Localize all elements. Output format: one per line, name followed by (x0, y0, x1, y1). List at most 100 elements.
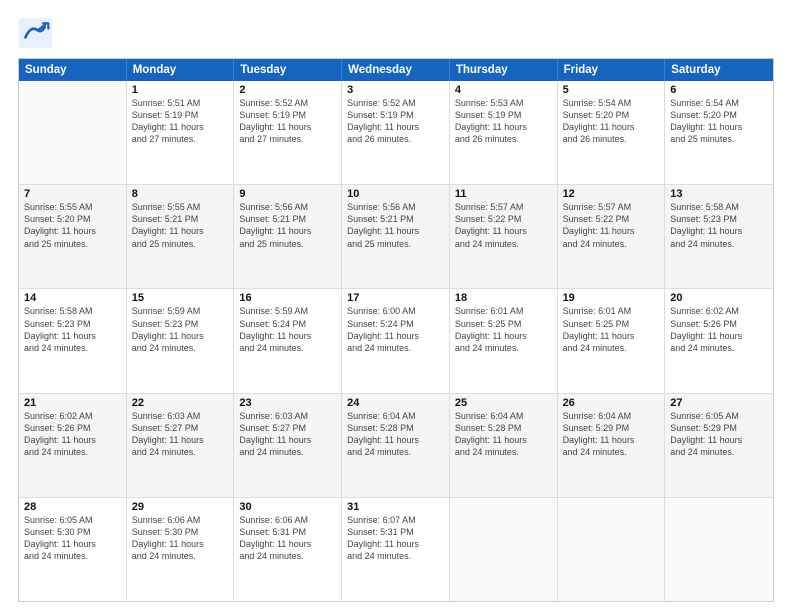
calendar-cell-r5-c1: 28Sunrise: 6:05 AM Sunset: 5:30 PM Dayli… (19, 498, 127, 601)
weekday-header-monday: Monday (127, 59, 235, 81)
calendar-cell-r3-c5: 18Sunrise: 6:01 AM Sunset: 5:25 PM Dayli… (450, 289, 558, 392)
calendar-cell-r2-c4: 10Sunrise: 5:56 AM Sunset: 5:21 PM Dayli… (342, 185, 450, 288)
calendar-cell-r3-c2: 15Sunrise: 5:59 AM Sunset: 5:23 PM Dayli… (127, 289, 235, 392)
calendar-cell-r1-c4: 3Sunrise: 5:52 AM Sunset: 5:19 PM Daylig… (342, 81, 450, 184)
day-number: 20 (670, 292, 768, 304)
calendar-cell-r1-c1 (19, 81, 127, 184)
calendar-cell-r4-c6: 26Sunrise: 6:04 AM Sunset: 5:29 PM Dayli… (558, 394, 666, 497)
calendar-cell-r4-c4: 24Sunrise: 6:04 AM Sunset: 5:28 PM Dayli… (342, 394, 450, 497)
day-info: Sunrise: 6:03 AM Sunset: 5:27 PM Dayligh… (239, 410, 336, 459)
calendar-cell-r2-c5: 11Sunrise: 5:57 AM Sunset: 5:22 PM Dayli… (450, 185, 558, 288)
calendar-cell-r5-c4: 31Sunrise: 6:07 AM Sunset: 5:31 PM Dayli… (342, 498, 450, 601)
day-info: Sunrise: 5:52 AM Sunset: 5:19 PM Dayligh… (347, 97, 444, 146)
day-info: Sunrise: 6:02 AM Sunset: 5:26 PM Dayligh… (670, 305, 768, 354)
day-number: 8 (132, 188, 229, 200)
day-number: 2 (239, 84, 336, 96)
calendar-cell-r1-c7: 6Sunrise: 5:54 AM Sunset: 5:20 PM Daylig… (665, 81, 773, 184)
day-info: Sunrise: 5:55 AM Sunset: 5:21 PM Dayligh… (132, 201, 229, 250)
day-number: 7 (24, 188, 121, 200)
logo-icon (18, 18, 54, 48)
calendar-cell-r5-c3: 30Sunrise: 6:06 AM Sunset: 5:31 PM Dayli… (234, 498, 342, 601)
day-number: 10 (347, 188, 444, 200)
day-info: Sunrise: 6:04 AM Sunset: 5:28 PM Dayligh… (347, 410, 444, 459)
logo (18, 18, 58, 48)
day-info: Sunrise: 5:52 AM Sunset: 5:19 PM Dayligh… (239, 97, 336, 146)
day-info: Sunrise: 6:00 AM Sunset: 5:24 PM Dayligh… (347, 305, 444, 354)
calendar-row-5: 28Sunrise: 6:05 AM Sunset: 5:30 PM Dayli… (19, 498, 773, 601)
day-info: Sunrise: 5:51 AM Sunset: 5:19 PM Dayligh… (132, 97, 229, 146)
calendar-cell-r5-c7 (665, 498, 773, 601)
calendar-body: 1Sunrise: 5:51 AM Sunset: 5:19 PM Daylig… (19, 81, 773, 601)
calendar-cell-r2-c6: 12Sunrise: 5:57 AM Sunset: 5:22 PM Dayli… (558, 185, 666, 288)
day-number: 15 (132, 292, 229, 304)
day-info: Sunrise: 5:58 AM Sunset: 5:23 PM Dayligh… (24, 305, 121, 354)
header (18, 18, 774, 48)
day-info: Sunrise: 5:59 AM Sunset: 5:23 PM Dayligh… (132, 305, 229, 354)
calendar-cell-r3-c1: 14Sunrise: 5:58 AM Sunset: 5:23 PM Dayli… (19, 289, 127, 392)
day-number: 5 (563, 84, 660, 96)
day-info: Sunrise: 6:04 AM Sunset: 5:29 PM Dayligh… (563, 410, 660, 459)
calendar: SundayMondayTuesdayWednesdayThursdayFrid… (18, 58, 774, 602)
calendar-cell-r1-c3: 2Sunrise: 5:52 AM Sunset: 5:19 PM Daylig… (234, 81, 342, 184)
day-info: Sunrise: 5:58 AM Sunset: 5:23 PM Dayligh… (670, 201, 768, 250)
weekday-header-saturday: Saturday (665, 59, 773, 81)
day-info: Sunrise: 6:05 AM Sunset: 5:30 PM Dayligh… (24, 514, 121, 563)
day-number: 26 (563, 397, 660, 409)
day-info: Sunrise: 6:03 AM Sunset: 5:27 PM Dayligh… (132, 410, 229, 459)
day-number: 27 (670, 397, 768, 409)
day-number: 31 (347, 501, 444, 513)
day-info: Sunrise: 5:55 AM Sunset: 5:20 PM Dayligh… (24, 201, 121, 250)
day-info: Sunrise: 5:57 AM Sunset: 5:22 PM Dayligh… (563, 201, 660, 250)
calendar-cell-r1-c6: 5Sunrise: 5:54 AM Sunset: 5:20 PM Daylig… (558, 81, 666, 184)
day-info: Sunrise: 6:05 AM Sunset: 5:29 PM Dayligh… (670, 410, 768, 459)
day-info: Sunrise: 5:53 AM Sunset: 5:19 PM Dayligh… (455, 97, 552, 146)
calendar-row-1: 1Sunrise: 5:51 AM Sunset: 5:19 PM Daylig… (19, 81, 773, 185)
day-number: 24 (347, 397, 444, 409)
calendar-cell-r4-c7: 27Sunrise: 6:05 AM Sunset: 5:29 PM Dayli… (665, 394, 773, 497)
day-info: Sunrise: 5:56 AM Sunset: 5:21 PM Dayligh… (347, 201, 444, 250)
weekday-header-wednesday: Wednesday (342, 59, 450, 81)
day-number: 19 (563, 292, 660, 304)
day-number: 29 (132, 501, 229, 513)
day-info: Sunrise: 5:56 AM Sunset: 5:21 PM Dayligh… (239, 201, 336, 250)
day-number: 12 (563, 188, 660, 200)
day-number: 22 (132, 397, 229, 409)
calendar-cell-r2-c3: 9Sunrise: 5:56 AM Sunset: 5:21 PM Daylig… (234, 185, 342, 288)
day-info: Sunrise: 6:02 AM Sunset: 5:26 PM Dayligh… (24, 410, 121, 459)
calendar-row-4: 21Sunrise: 6:02 AM Sunset: 5:26 PM Dayli… (19, 394, 773, 498)
calendar-cell-r3-c6: 19Sunrise: 6:01 AM Sunset: 5:25 PM Dayli… (558, 289, 666, 392)
day-info: Sunrise: 6:06 AM Sunset: 5:30 PM Dayligh… (132, 514, 229, 563)
weekday-header-thursday: Thursday (450, 59, 558, 81)
day-number: 3 (347, 84, 444, 96)
day-number: 17 (347, 292, 444, 304)
day-number: 30 (239, 501, 336, 513)
day-number: 14 (24, 292, 121, 304)
calendar-cell-r4-c3: 23Sunrise: 6:03 AM Sunset: 5:27 PM Dayli… (234, 394, 342, 497)
calendar-cell-r1-c2: 1Sunrise: 5:51 AM Sunset: 5:19 PM Daylig… (127, 81, 235, 184)
day-info: Sunrise: 5:54 AM Sunset: 5:20 PM Dayligh… (563, 97, 660, 146)
calendar-cell-r3-c7: 20Sunrise: 6:02 AM Sunset: 5:26 PM Dayli… (665, 289, 773, 392)
day-info: Sunrise: 6:04 AM Sunset: 5:28 PM Dayligh… (455, 410, 552, 459)
calendar-cell-r2-c7: 13Sunrise: 5:58 AM Sunset: 5:23 PM Dayli… (665, 185, 773, 288)
calendar-cell-r4-c2: 22Sunrise: 6:03 AM Sunset: 5:27 PM Dayli… (127, 394, 235, 497)
calendar-cell-r3-c4: 17Sunrise: 6:00 AM Sunset: 5:24 PM Dayli… (342, 289, 450, 392)
day-number: 4 (455, 84, 552, 96)
calendar-cell-r2-c1: 7Sunrise: 5:55 AM Sunset: 5:20 PM Daylig… (19, 185, 127, 288)
calendar-cell-r4-c1: 21Sunrise: 6:02 AM Sunset: 5:26 PM Dayli… (19, 394, 127, 497)
day-number: 21 (24, 397, 121, 409)
calendar-cell-r4-c5: 25Sunrise: 6:04 AM Sunset: 5:28 PM Dayli… (450, 394, 558, 497)
day-number: 23 (239, 397, 336, 409)
day-info: Sunrise: 5:59 AM Sunset: 5:24 PM Dayligh… (239, 305, 336, 354)
calendar-cell-r5-c5 (450, 498, 558, 601)
day-info: Sunrise: 6:01 AM Sunset: 5:25 PM Dayligh… (563, 305, 660, 354)
day-number: 11 (455, 188, 552, 200)
weekday-header-sunday: Sunday (19, 59, 127, 81)
day-number: 9 (239, 188, 336, 200)
calendar-cell-r2-c2: 8Sunrise: 5:55 AM Sunset: 5:21 PM Daylig… (127, 185, 235, 288)
weekday-header-tuesday: Tuesday (234, 59, 342, 81)
day-info: Sunrise: 5:57 AM Sunset: 5:22 PM Dayligh… (455, 201, 552, 250)
day-number: 6 (670, 84, 768, 96)
calendar-cell-r5-c2: 29Sunrise: 6:06 AM Sunset: 5:30 PM Dayli… (127, 498, 235, 601)
day-info: Sunrise: 6:06 AM Sunset: 5:31 PM Dayligh… (239, 514, 336, 563)
page: SundayMondayTuesdayWednesdayThursdayFrid… (0, 0, 792, 612)
